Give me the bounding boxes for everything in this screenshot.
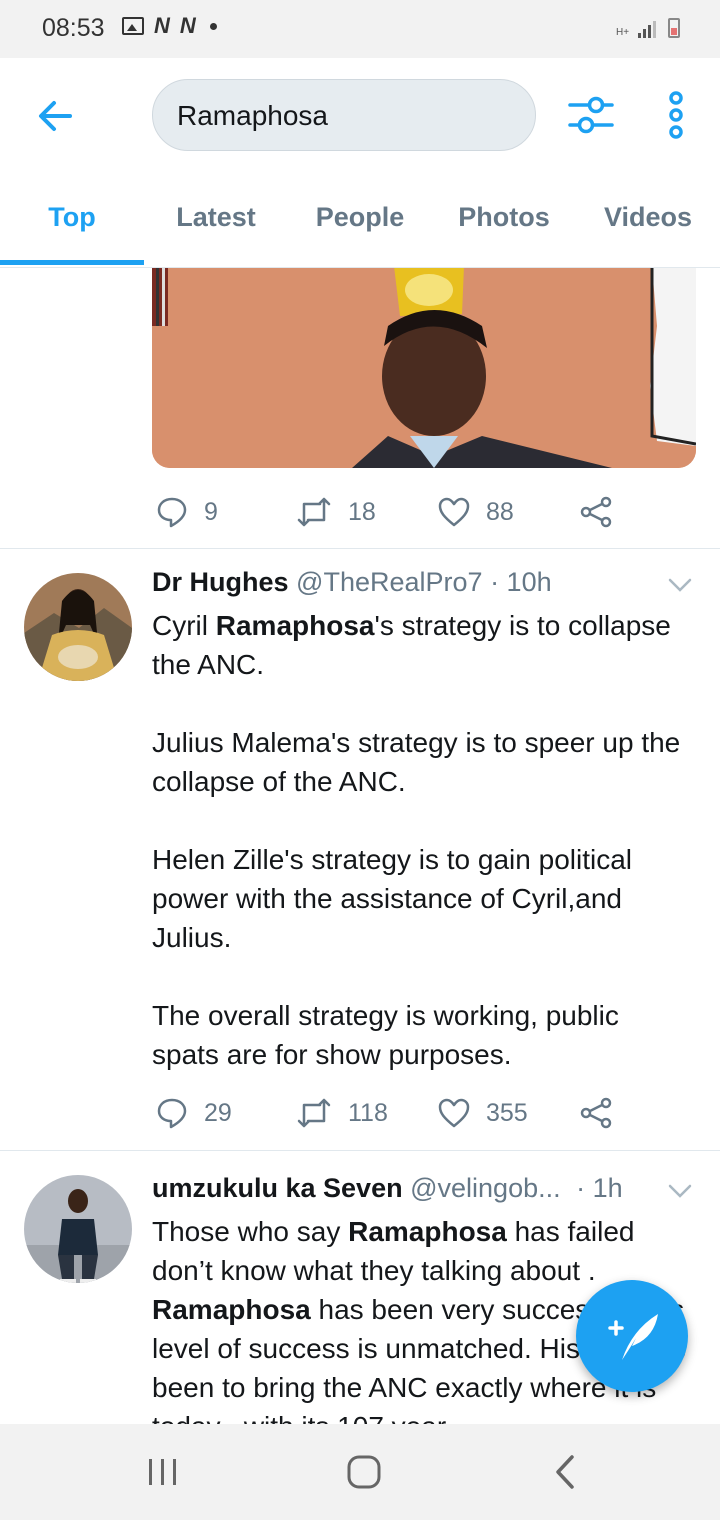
system-icons: H+ (616, 18, 680, 38)
network-type-label: H+ (616, 27, 630, 38)
filter-sliders-icon[interactable] (566, 92, 616, 138)
back-icon[interactable] (552, 1454, 578, 1490)
n-notification-icon: N (154, 13, 170, 38)
tab-videos[interactable]: Videos (576, 202, 720, 264)
reply-icon (157, 1098, 187, 1129)
retweet-count: 118 (348, 1098, 388, 1127)
heart-icon (438, 497, 470, 527)
retweet-count: 18 (348, 497, 376, 526)
chevron-down-icon[interactable] (668, 1179, 692, 1203)
tweet-header: umzukulu ka Seven @velingob... · 1h (152, 1173, 672, 1204)
share-button[interactable] (580, 1093, 612, 1133)
reply-button[interactable]: 9 (156, 492, 218, 532)
tweet-text: Cyril Ramaphosa's strategy is to collaps… (152, 610, 681, 1070)
search-term-highlight: Ramaphosa (215, 610, 375, 641)
notification-icons: N N (122, 13, 217, 38)
like-count: 355 (486, 1098, 528, 1127)
share-icon (580, 1097, 612, 1129)
recent-apps-icon[interactable] (146, 1456, 180, 1488)
tweet-card[interactable]: Dr Hughes @TheRealPro7 · 10h Cyril Ramap… (0, 549, 720, 1150)
author-name[interactable]: umzukulu ka Seven (152, 1173, 403, 1203)
author-name[interactable]: Dr Hughes (152, 567, 289, 597)
chevron-down-icon[interactable] (668, 573, 692, 597)
search-input[interactable]: Ramaphosa (152, 79, 536, 151)
system-nav-bar (0, 1424, 720, 1520)
share-button[interactable] (580, 492, 612, 532)
reply-button[interactable]: 29 (156, 1093, 232, 1133)
reply-count: 9 (204, 497, 218, 526)
compose-feather-icon (608, 1314, 658, 1360)
search-term-highlight: Ramaphosa (348, 1216, 507, 1247)
gallery-notification-icon (122, 17, 144, 35)
like-count: 88 (486, 497, 514, 526)
home-icon[interactable] (346, 1454, 382, 1490)
reply-icon (157, 497, 187, 528)
search-query: Ramaphosa (177, 100, 328, 131)
retweet-button[interactable]: 18 (296, 492, 376, 532)
more-notifications-dot-icon (209, 22, 217, 30)
share-icon (580, 496, 612, 528)
back-arrow-icon[interactable] (34, 94, 78, 138)
search-results-feed[interactable]: 9 18 88 Dr Hughes @TheRealPro7 · 10h Cyr… (0, 268, 720, 1424)
battery-icon (668, 18, 680, 38)
active-tab-indicator (0, 260, 144, 265)
tab-top[interactable]: Top (0, 202, 144, 264)
retweet-button[interactable]: 118 (296, 1093, 388, 1133)
search-header: Ramaphosa Top Latest People Photos Video… (0, 58, 720, 268)
tweet-time: · 10h (490, 567, 552, 597)
search-tabs: Top Latest People Photos Videos (0, 188, 720, 268)
like-button[interactable]: 355 (438, 1093, 528, 1133)
avatar[interactable] (24, 573, 132, 681)
tweet-time: · 1h (576, 1173, 623, 1203)
tab-people[interactable]: People (288, 202, 432, 264)
tweet-header: Dr Hughes @TheRealPro7 · 10h (152, 567, 552, 598)
compose-tweet-button[interactable] (576, 1280, 688, 1392)
signal-icon (638, 20, 656, 38)
n-notification-icon-2: N (179, 13, 196, 38)
more-vertical-icon[interactable] (660, 90, 692, 140)
tab-photos[interactable]: Photos (432, 202, 576, 264)
like-button[interactable]: 88 (438, 492, 514, 532)
status-time: 08:53 (42, 14, 105, 42)
heart-icon (438, 1098, 470, 1128)
status-bar: 08:53 N N H+ (0, 0, 720, 58)
search-term-highlight: Ramaphosa (152, 1294, 311, 1325)
avatar[interactable] (24, 1175, 132, 1283)
retweet-icon (297, 497, 331, 527)
author-handle: @TheRealPro7 (296, 567, 483, 597)
reply-count: 29 (204, 1098, 232, 1127)
author-handle: @velingob... (410, 1173, 561, 1203)
retweet-icon (297, 1098, 331, 1128)
tab-latest[interactable]: Latest (144, 202, 288, 264)
tweet-media-image[interactable] (152, 268, 696, 468)
